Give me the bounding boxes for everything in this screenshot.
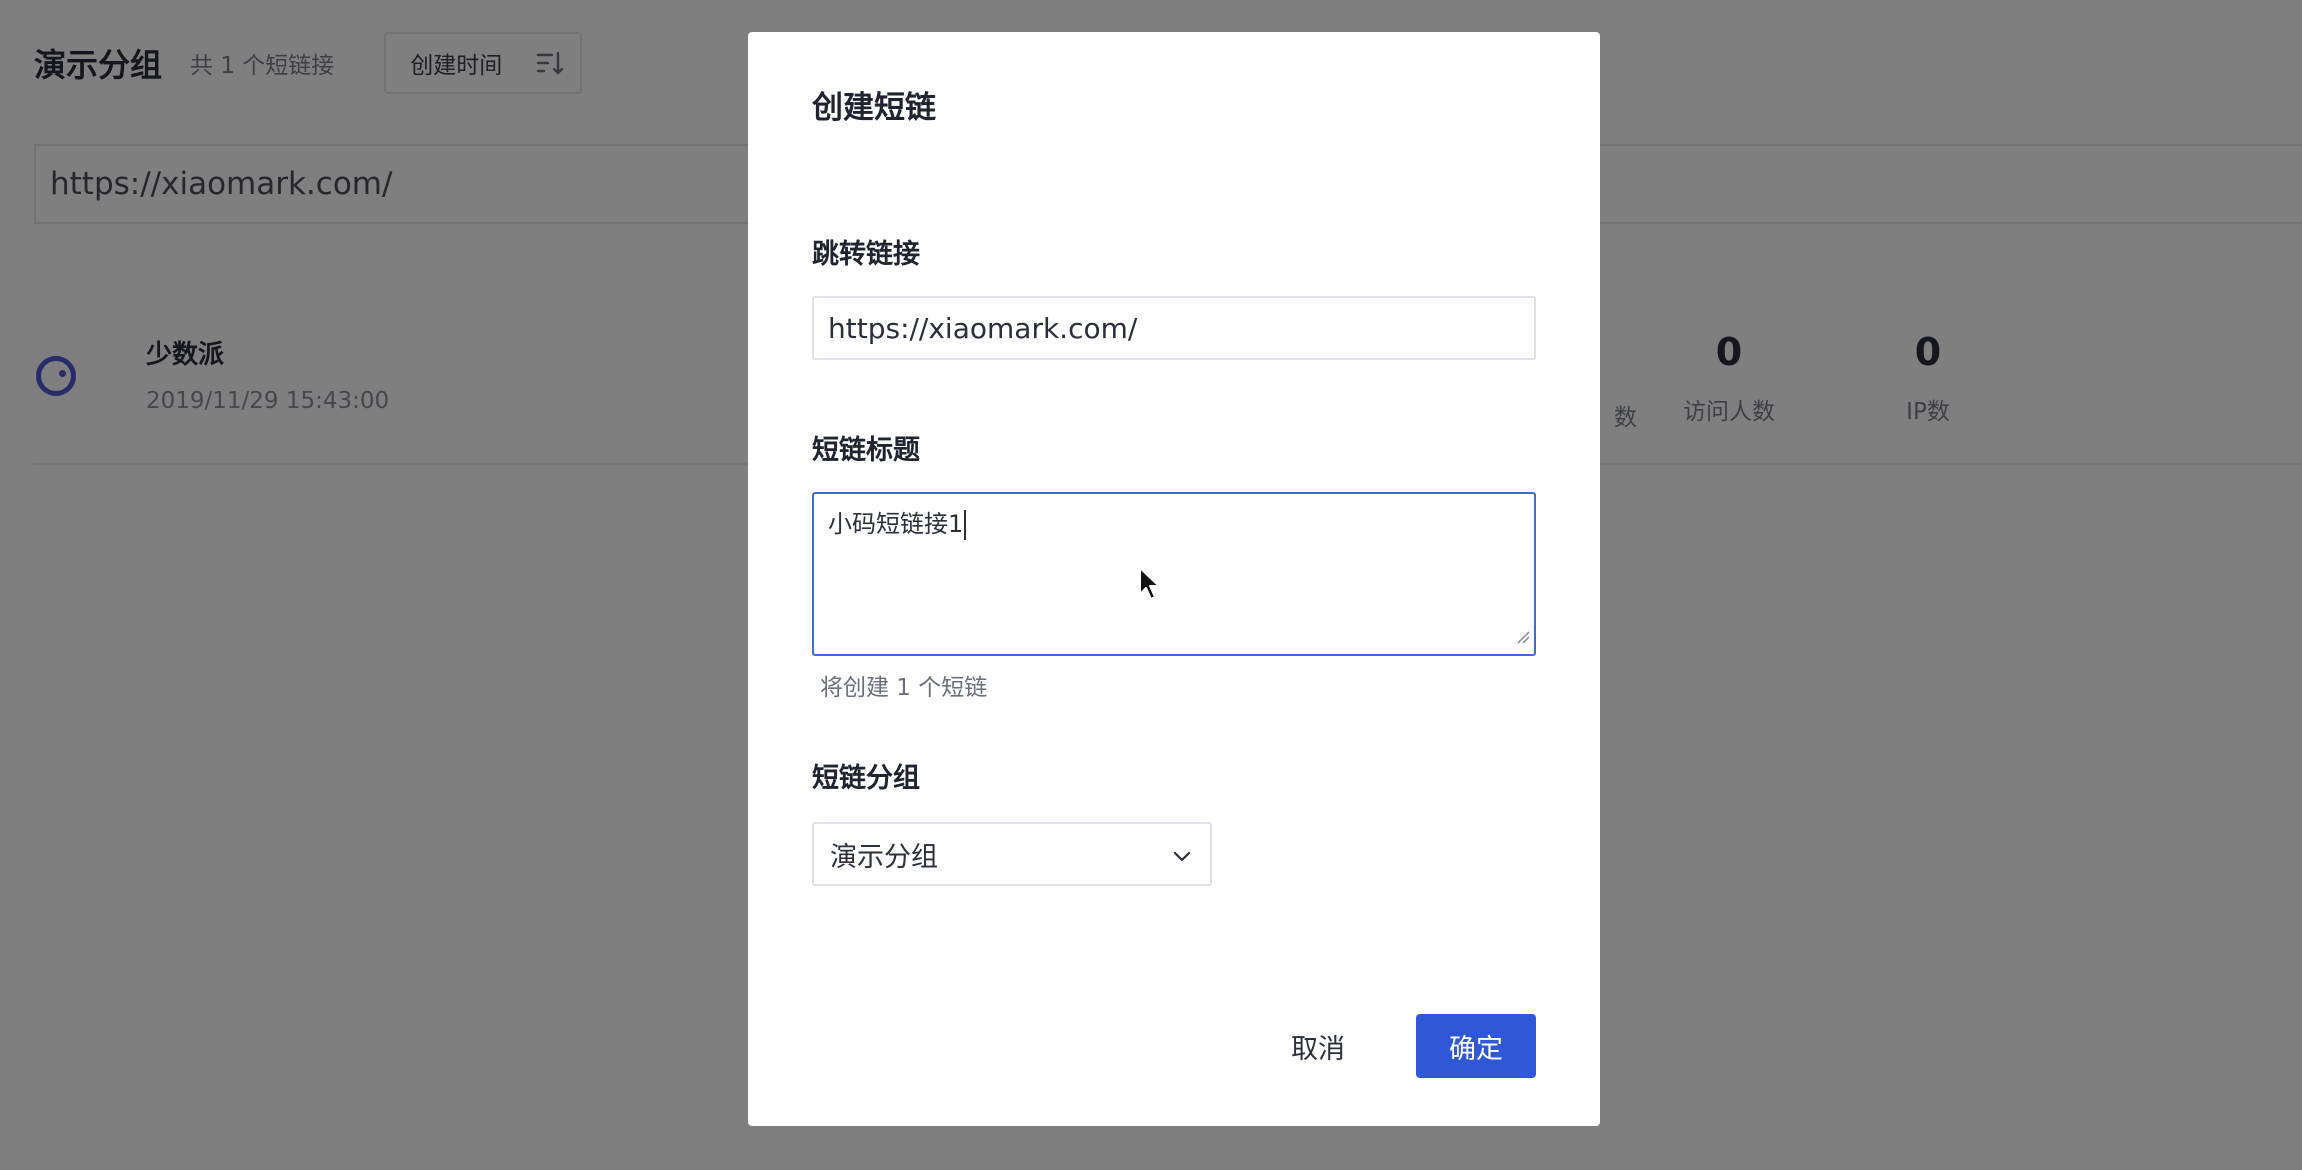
short-title-label: 短链标题 (812, 435, 920, 466)
redirect-url-label: 跳转链接 (812, 239, 920, 270)
short-title-textarea[interactable]: 小码短链接1 (812, 492, 1536, 656)
short-title-value: 小码短链接1 (828, 510, 964, 538)
group-select[interactable]: 演示分组 (812, 822, 1212, 886)
text-caret (964, 510, 967, 540)
confirm-button[interactable]: 确定 (1416, 1014, 1536, 1078)
mouse-cursor-icon (1138, 566, 1164, 606)
group-select-label: 短链分组 (812, 763, 920, 794)
dialog-title: 创建短链 (812, 90, 936, 126)
group-select-value: 演示分组 (830, 841, 938, 873)
create-count-hint: 将创建 1 个短链 (820, 675, 988, 701)
resize-grip-icon[interactable] (1516, 622, 1530, 650)
redirect-url-input[interactable]: https://xiaomark.com/ (812, 296, 1536, 360)
chevron-down-icon (1172, 839, 1192, 870)
cancel-button[interactable]: 取消 (1268, 1014, 1368, 1078)
create-short-link-dialog: 创建短链 跳转链接 https://xiaomark.com/ 短链标题 小码短… (748, 32, 1600, 1126)
redirect-url-value: https://xiaomark.com/ (828, 311, 1138, 345)
